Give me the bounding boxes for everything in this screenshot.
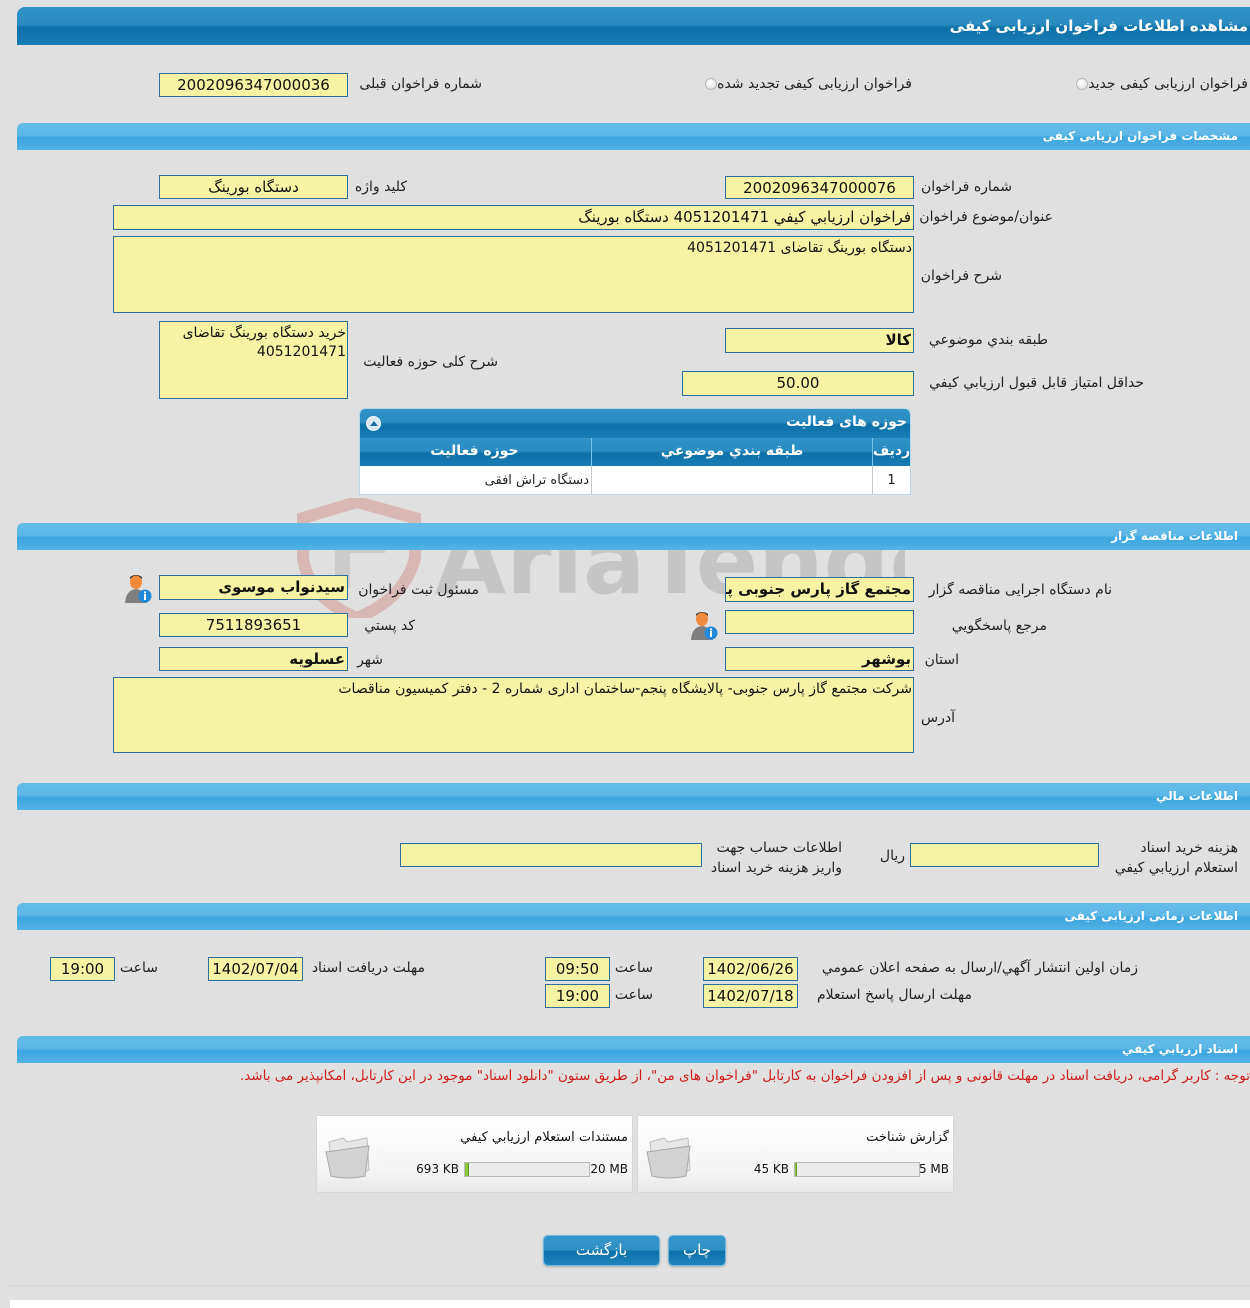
keyword-field[interactable]: دستگاه بورینگ [159, 175, 348, 199]
response-label: مهلت ارسال پاسخ استعلام [816, 987, 972, 1003]
call-number-label: شماره فراخوان [921, 179, 1012, 195]
document-max-size: 5 MB [918, 1162, 949, 1176]
user-info-icon[interactable] [124, 573, 152, 603]
call-number-field[interactable]: 2002096347000076 [725, 176, 914, 199]
column-header-activity[interactable]: حوزه فعالیت [360, 438, 591, 466]
reference-info-icon[interactable] [690, 610, 718, 640]
collapse-icon[interactable] [366, 416, 381, 431]
description-label: شرح فراخوان [920, 268, 1002, 284]
reference-field[interactable] [725, 610, 914, 634]
publish-date-field[interactable]: 1402/06/26 [703, 957, 798, 981]
document-card-report[interactable]: گزارش شناخت 5 MB 45 KB [637, 1115, 954, 1193]
org-field[interactable]: مجتمع گاز پارس جنوبی پالایشگاه پنجم [725, 577, 914, 602]
account-label: اطلاعات حساب جهت واريز هزينه خريد اسناد [711, 838, 842, 878]
table-row: 1 دستگاه تراش افقی [360, 466, 910, 494]
currency-label: ريال [879, 848, 905, 864]
province-field[interactable]: بوشهر [725, 647, 914, 671]
city-field[interactable]: عسلویه [159, 647, 348, 671]
publish-time-label: ساعت [614, 960, 653, 976]
column-header-index[interactable]: رديف [872, 438, 910, 466]
radio-new-label: فراخوان ارزيابی کيفی جديد [1088, 76, 1248, 92]
section-header-financial: اطلاعات مالي [17, 783, 1250, 810]
activity-grid-header: رديف طبقه بندي موضوعي حوزه فعالیت [360, 438, 910, 466]
fee-label-line1: هزينه خريد اسناد [1140, 840, 1238, 856]
cell-activity: دستگاه تراش افقی [484, 473, 589, 488]
publish-time-field[interactable]: 09:50 [545, 957, 610, 981]
footer-divider [10, 1285, 1250, 1286]
postal-label: کد پستي [364, 618, 415, 634]
radio-renewed-call[interactable]: فراخوان ارزيابی کيفی تجديد شده [703, 76, 912, 92]
print-button[interactable]: چاپ [668, 1235, 726, 1266]
radio-renewed-input[interactable] [705, 78, 718, 90]
document-card-inquiry[interactable]: مستندات استعلام ارزيابي کيفي 20 MB 693 K… [316, 1115, 633, 1193]
city-label: شهر [357, 652, 383, 668]
org-label: نام دستگاه اجرایی مناقصه گزار [928, 582, 1112, 598]
document-size: 45 KB [753, 1162, 789, 1176]
keyword-label: کليد واژه [354, 179, 407, 195]
response-time-field[interactable]: 19:00 [545, 984, 610, 1008]
fee-label-line2: استعلام ارزيابي کيفي [1114, 860, 1238, 876]
receive-label: مهلت دريافت اسناد [311, 960, 425, 976]
activity-desc-label: شرح کلی حوزه فعالیت [363, 354, 498, 370]
radio-new-input[interactable] [1076, 78, 1089, 90]
section-header-timing: اطلاعات زمانی ارزيابی کيفی [17, 903, 1250, 930]
radio-new-call[interactable]: فراخوان ارزيابی کيفی جديد [1074, 76, 1248, 92]
receive-time-field[interactable]: 19:00 [50, 957, 115, 981]
documents-notice: توجه : کاربر گرامی، دریافت اسناد در مهلت… [239, 1068, 1250, 1084]
activity-grid-title: حوزه های فعالیت [360, 409, 910, 438]
response-date-field[interactable]: 1402/07/18 [703, 984, 798, 1008]
section-header-specs: مشخصات فراخوان ارزيابی کيفی [17, 123, 1250, 150]
document-progress-fill [795, 1163, 798, 1176]
page-title: مشاهده اطلاعات فراخوان ارزيابی کيفی [17, 7, 1250, 45]
fee-field[interactable] [910, 843, 1099, 867]
province-label: استان [924, 652, 959, 668]
watermark-shield-icon [297, 498, 421, 618]
category-label: طبقه بندي موضوعي [928, 332, 1048, 348]
back-button[interactable]: بازگشت [543, 1235, 660, 1266]
document-title[interactable]: مستندات استعلام ارزيابي کيفي [460, 1130, 628, 1145]
address-field[interactable]: شرکت مجتمع گاز پارس جنوبی- پالایشگاه پنج… [113, 677, 914, 753]
folder-icon [646, 1137, 691, 1179]
document-progress-fill [465, 1163, 470, 1176]
previous-number-field[interactable]: 2002096347000036 [159, 73, 348, 97]
cell-category [591, 466, 872, 494]
reference-label: مرجع پاسخگويي [951, 618, 1047, 634]
fee-label: هزينه خريد اسناد استعلام ارزيابي کيفي [1115, 838, 1238, 878]
account-field[interactable] [400, 843, 702, 867]
receive-date-field[interactable]: 1402/07/04 [208, 957, 303, 981]
publish-label: زمان اولين انتشار آگهي/ارسال به صفحه اعل… [821, 960, 1138, 976]
column-header-category[interactable]: طبقه بندي موضوعي [591, 438, 872, 466]
footer-strip [10, 1300, 1250, 1308]
min-score-field[interactable]: 50.00 [682, 371, 914, 396]
subject-label: عنوان/موضوع فراخوان [919, 209, 1053, 225]
radio-renewed-label: فراخوان ارزيابی کيفی تجديد شده [717, 76, 912, 92]
cell-index: 1 [872, 466, 910, 494]
activity-grid: حوزه های فعالیت رديف طبقه بندي موضوعي حو… [359, 408, 911, 495]
postal-field[interactable]: 7511893651 [159, 613, 348, 637]
account-label-line2: واريز هزينه خريد اسناد [710, 860, 842, 876]
min-score-label: حداقل امتياز قابل قبول ارزيابي كيفي [929, 375, 1144, 391]
receive-time-label: ساعت [119, 960, 158, 976]
description-field[interactable]: دستگاه بورینگ تقاضای 4051201471 [113, 236, 914, 313]
activity-grid-title-text: حوزه های فعالیت [786, 414, 907, 430]
folder-icon [325, 1137, 370, 1179]
document-size: 693 KB [416, 1162, 459, 1176]
subject-field[interactable]: فراخوان ارزيابي كيفي 4051201471 دستگاه ب… [113, 205, 914, 230]
response-time-label: ساعت [614, 987, 653, 1003]
address-label: آدرس [921, 710, 955, 726]
account-label-line1: اطلاعات حساب جهت [716, 840, 842, 856]
activity-desc-field[interactable]: خرید دستگاه بورینگ تقاضای 4051201471 [159, 321, 348, 399]
section-header-documents: اسناد ارزيابي کيفي [17, 1036, 1250, 1063]
category-field[interactable]: کالا [725, 328, 914, 353]
document-max-size: 20 MB [590, 1162, 628, 1176]
document-title[interactable]: گزارش شناخت [866, 1130, 949, 1145]
registrar-label: مسئول ثبت فراخوان [358, 582, 479, 598]
document-progress-bar [464, 1162, 590, 1177]
section-header-tenderer: اطلاعات مناقصه گزار [17, 523, 1250, 550]
document-progress-bar [794, 1162, 920, 1177]
registrar-field[interactable]: سیدنواب موسوی [159, 575, 348, 600]
previous-number-label: شماره فراخوان قبلی [359, 76, 482, 92]
